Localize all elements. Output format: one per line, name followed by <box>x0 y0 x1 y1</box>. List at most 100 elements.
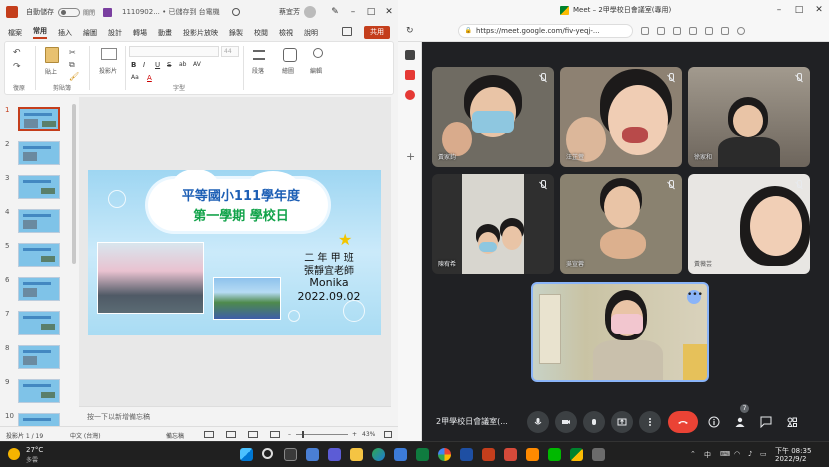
case-button[interactable]: Aa <box>131 74 139 81</box>
font-color-button[interactable]: A <box>147 74 152 82</box>
slide-thumbnail-4[interactable] <box>18 209 60 233</box>
slide-thumbnail-9[interactable] <box>18 379 60 403</box>
bold-button[interactable]: B <box>131 61 136 69</box>
editing-label[interactable]: 編輯 <box>310 66 322 75</box>
slide-thumbnail-1[interactable] <box>18 107 60 131</box>
tab-insert[interactable]: 插入 <box>58 28 72 38</box>
volume-icon[interactable]: ♪ <box>748 450 752 458</box>
slide-thumbnail-10[interactable] <box>18 413 60 426</box>
self-view-tile[interactable]: ••• <box>531 282 709 382</box>
tab-help[interactable]: 說明 <box>304 28 318 38</box>
slide-thumbnail-3[interactable] <box>18 175 60 199</box>
language-status[interactable]: 中文 (台灣) <box>70 431 101 440</box>
url-text[interactable]: https://meet.google.com/fiv-yeqj-... <box>476 27 600 35</box>
more-options-button[interactable]: ••• <box>687 290 703 304</box>
file-name[interactable]: 1110902... • 已儲存到 台電機 <box>122 7 220 17</box>
sidebar-tab-icon[interactable] <box>405 50 415 60</box>
info-icon[interactable] <box>708 416 720 428</box>
notes-button[interactable]: 備忘稿 <box>166 431 184 440</box>
new-slide-icon[interactable] <box>101 48 117 60</box>
slide-date[interactable]: 2022.09.02 <box>284 290 374 303</box>
maximize-icon[interactable]: □ <box>789 5 809 15</box>
drawing-icon[interactable] <box>283 48 297 62</box>
italic-button[interactable]: I <box>143 61 145 69</box>
paragraph-icon[interactable] <box>253 50 265 60</box>
browser-menu-icon[interactable] <box>720 26 729 35</box>
find-icon[interactable] <box>313 48 323 58</box>
drawing-label[interactable]: 繪圖 <box>282 66 294 75</box>
paragraph-label[interactable]: 段落 <box>252 66 264 75</box>
shadow-button[interactable]: ab <box>179 61 187 68</box>
tab-draw[interactable]: 繪圖 <box>83 28 97 38</box>
notes-pane[interactable]: 按一下以新增備忘稿 <box>79 406 391 426</box>
pen-icon[interactable]: ✎ <box>326 7 344 17</box>
new-slide-label[interactable]: 投影片 <box>99 66 117 75</box>
battery-icon[interactable]: ▭ <box>760 450 767 458</box>
comment-icon[interactable] <box>342 27 352 36</box>
participant-tile[interactable]: 陳宥希 <box>432 174 554 274</box>
widgets-icon[interactable] <box>306 448 319 461</box>
slide-thumbnail-6[interactable] <box>18 277 60 301</box>
minimize-icon[interactable]: – <box>344 7 362 17</box>
sorter-view-icon[interactable] <box>226 431 236 438</box>
format-painter-icon[interactable]: 🖌 <box>69 72 79 81</box>
slide-teacher-name[interactable]: Monika <box>284 276 374 289</box>
line-app-icon[interactable] <box>416 448 429 461</box>
collections-icon[interactable] <box>704 26 713 35</box>
chrome-icon[interactable] <box>438 448 451 461</box>
photos-icon[interactable] <box>526 448 539 461</box>
save-icon[interactable] <box>103 7 113 17</box>
slide-title-line1[interactable]: 平等國小111學年度 <box>156 185 326 204</box>
weather-icon[interactable] <box>8 448 20 460</box>
slide-title-line2[interactable]: 第一學期 學校日 <box>156 205 326 224</box>
close-icon[interactable]: ✕ <box>380 7 398 17</box>
file-explorer-icon[interactable] <box>350 448 363 461</box>
powerpoint-taskbar-icon[interactable] <box>482 448 495 461</box>
spacing-button[interactable]: AV <box>193 61 201 68</box>
slide-thumbnail-8[interactable] <box>18 345 60 369</box>
search-icon[interactable] <box>231 8 240 16</box>
sidebar-add-icon[interactable]: + <box>406 150 415 163</box>
slide-thumbnail-5[interactable] <box>18 243 60 267</box>
tab-file[interactable]: 檔案 <box>8 28 22 38</box>
extensions-icon[interactable] <box>688 26 697 35</box>
profile-icon[interactable] <box>736 26 745 35</box>
playground-photo[interactable] <box>213 277 281 320</box>
favorites-icon[interactable] <box>672 26 681 35</box>
paste-label[interactable]: 貼上 <box>45 67 57 76</box>
search-icon[interactable] <box>262 448 273 459</box>
present-button[interactable] <box>611 411 633 433</box>
slide-thumbnail-2[interactable] <box>18 141 60 165</box>
copy-icon[interactable]: ⧉ <box>69 60 75 70</box>
tab-animations[interactable]: 動畫 <box>158 28 172 38</box>
weather-condition[interactable]: 多雲 <box>26 455 38 464</box>
undo-icon[interactable]: ↶ <box>13 48 21 58</box>
share-button[interactable]: 共用 <box>364 26 390 39</box>
address-bar[interactable]: 🔒 https://meet.google.com/fiv-yeqj-... <box>457 23 633 38</box>
teams-chat-icon[interactable] <box>328 448 341 461</box>
autosave-toggle[interactable] <box>58 7 80 17</box>
participant-tile[interactable]: 吳宣蓉 <box>560 174 682 274</box>
media-app-icon[interactable] <box>504 448 517 461</box>
slide-1[interactable]: 平等國小111學年度 第一學期 學校日 ★ 二 年 甲 班 張靜宜老師 Moni… <box>88 170 381 335</box>
tab-transitions[interactable]: 轉場 <box>133 28 147 38</box>
line-icon[interactable] <box>548 448 561 461</box>
task-view-icon[interactable] <box>284 448 297 461</box>
sidebar-record-icon[interactable] <box>405 90 415 100</box>
camera-button[interactable] <box>555 411 577 433</box>
zoom-slider-thumb[interactable] <box>302 431 304 438</box>
tray-chevron-icon[interactable]: ⌃ <box>690 450 696 458</box>
zoom-in-icon[interactable]: + <box>352 431 357 438</box>
participant-tile[interactable]: 汪芷萱 <box>560 67 682 167</box>
edge-icon[interactable] <box>372 448 385 461</box>
participant-tile[interactable]: 黃家鈞 <box>432 67 554 167</box>
more-button[interactable] <box>639 411 661 433</box>
slideshow-view-icon[interactable] <box>270 431 280 438</box>
read-aloud-icon[interactable] <box>656 26 665 35</box>
thumbnail-scrollbar[interactable] <box>72 104 76 264</box>
participant-tile[interactable]: 黃薇芸 <box>688 174 810 274</box>
people-icon[interactable] <box>734 416 746 428</box>
participant-tile[interactable]: 徐家和 <box>688 67 810 167</box>
input-mode-icon[interactable]: ⌨ <box>720 450 730 458</box>
slide-teacher[interactable]: 張靜宜老師 <box>284 262 374 277</box>
